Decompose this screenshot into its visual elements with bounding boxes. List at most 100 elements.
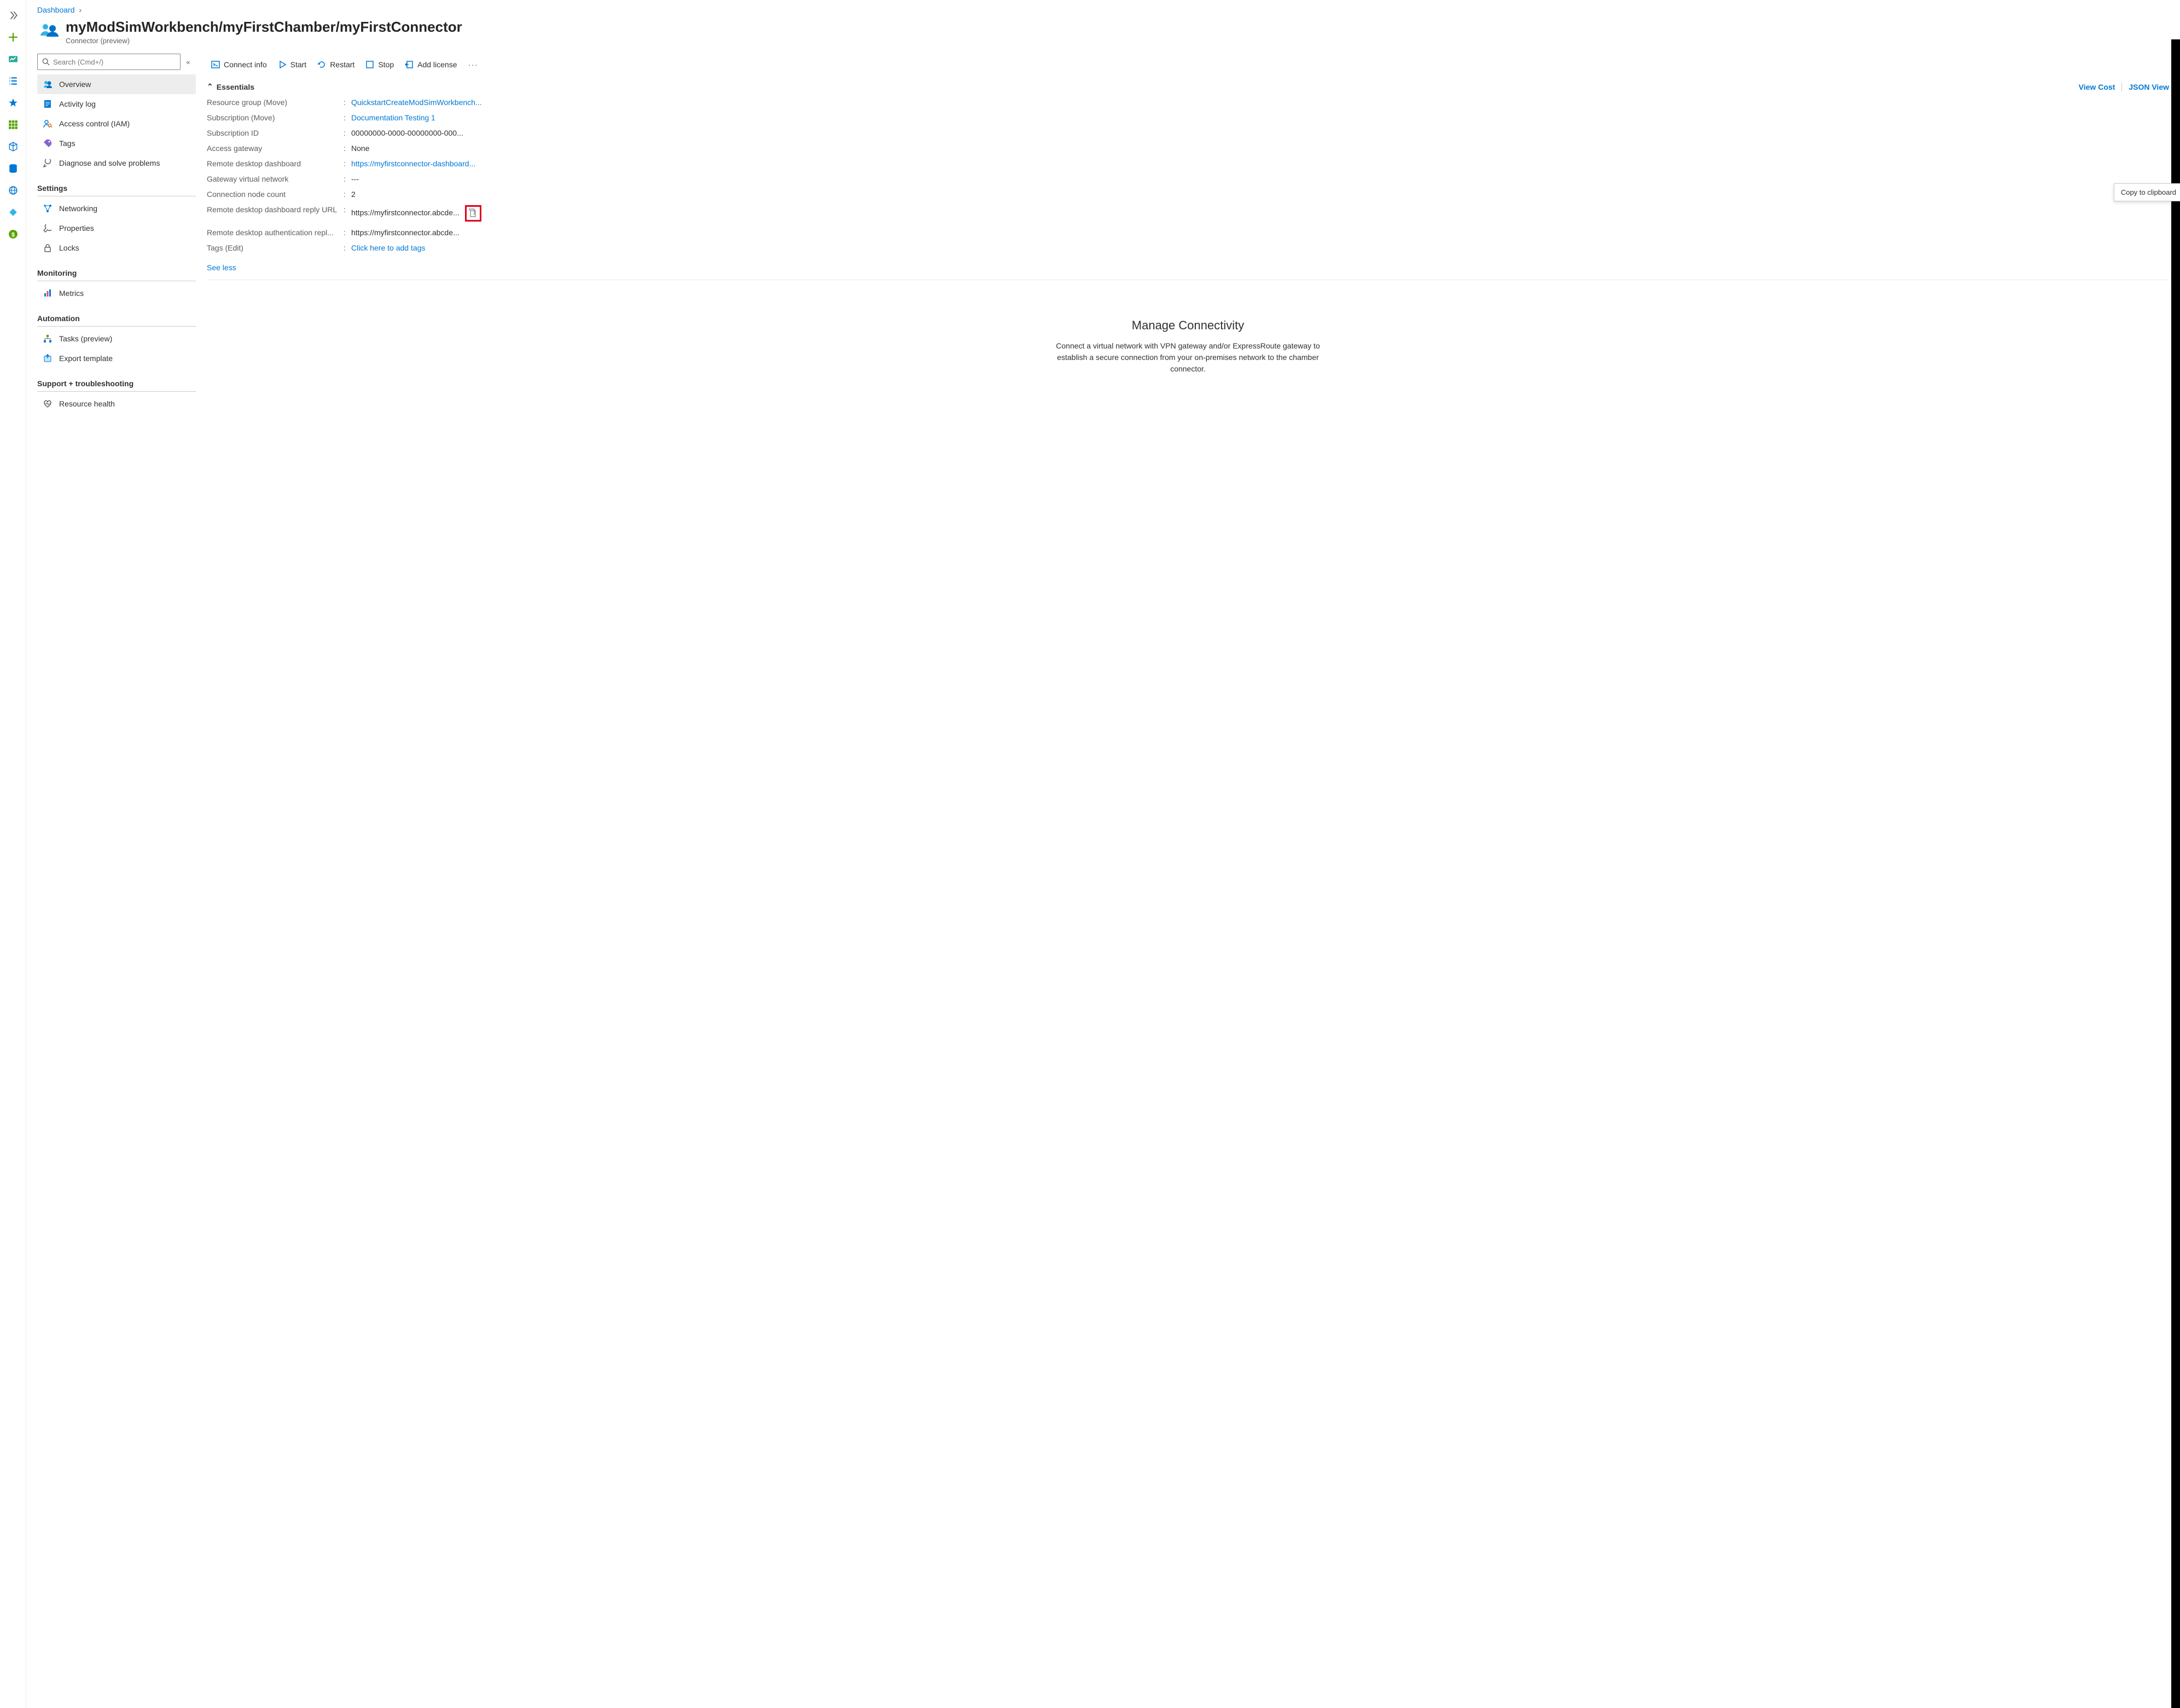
connectivity-title: Manage Connectivity: [207, 318, 2169, 333]
icon-rail: $: [0, 0, 26, 1708]
restart-button[interactable]: Restart: [313, 56, 359, 73]
nav-label: Export template: [59, 354, 113, 363]
kv-val-subscription-id: 00000000-0000-00000000-000...: [351, 129, 2169, 137]
move-sub-link[interactable]: Move: [254, 113, 272, 122]
nav-metrics[interactable]: Metrics: [37, 283, 196, 303]
essentials-grid: Resource group (Move) : QuickstartCreate…: [207, 96, 2169, 259]
chevron-up-icon: ⌃: [207, 82, 213, 91]
nav-label: Diagnose and solve problems: [59, 159, 160, 167]
search-icon: [42, 58, 50, 66]
rail-grid-icon[interactable]: [4, 116, 22, 133]
kv-key-rda-reply: Remote desktop authentication repl...: [207, 228, 344, 237]
rail-star-icon[interactable]: [4, 94, 22, 112]
access-control-icon: [43, 119, 53, 129]
page-subtitle: Connector (preview): [66, 37, 462, 45]
resource-menu: « Overview Activity log Access control (…: [26, 54, 196, 1708]
nav-locks[interactable]: Locks: [37, 238, 196, 258]
edit-tags-link[interactable]: Edit: [228, 243, 241, 252]
locks-icon: [43, 243, 53, 253]
menu-search-input[interactable]: [53, 58, 176, 66]
copy-icon[interactable]: [465, 205, 481, 222]
nav-resource-health[interactable]: Resource health: [37, 394, 196, 414]
rail-sql-icon[interactable]: [4, 160, 22, 177]
nav-section-support: Support + troubleshooting: [37, 373, 196, 392]
rail-diamond-icon[interactable]: [4, 204, 22, 221]
nav-label: Locks: [59, 243, 79, 252]
nav-export-template[interactable]: Export template: [37, 348, 196, 368]
more-commands-icon[interactable]: ···: [464, 61, 483, 69]
rail-add-icon[interactable]: [4, 28, 22, 46]
tasks-icon: [43, 334, 53, 344]
properties-icon: [43, 223, 53, 233]
divider: [2121, 83, 2122, 91]
kv-val-rd-dashboard[interactable]: https://myfirstconnector-dashboard...: [351, 159, 2169, 168]
see-less-link[interactable]: See less: [207, 259, 2169, 280]
view-cost-link[interactable]: View Cost: [2079, 83, 2115, 91]
breadcrumb-root[interactable]: Dashboard: [37, 5, 75, 14]
nav-label: Access control (IAM): [59, 119, 130, 128]
connect-info-button[interactable]: Connect info: [207, 56, 271, 73]
nav-diagnose[interactable]: Diagnose and solve problems: [37, 153, 196, 173]
kv-key-rdd-reply-url: Remote desktop dashboard reply URL: [207, 205, 344, 222]
connectivity-section: Manage Connectivity Connect a virtual ne…: [207, 318, 2169, 375]
right-blackbar: [2171, 39, 2180, 1708]
kv-val-conn-node-count: 2: [351, 190, 2169, 199]
svg-text:$: $: [11, 232, 15, 239]
nav-networking[interactable]: Networking: [37, 199, 196, 218]
detail-pane: Connect info Start Restart Stop Add lice…: [196, 54, 2180, 1708]
nav-label: Properties: [59, 224, 94, 233]
nav-tags[interactable]: Tags: [37, 133, 196, 153]
tags-icon: [43, 138, 53, 148]
nav-section-automation: Automation: [37, 307, 196, 327]
move-rg-link[interactable]: Move: [266, 98, 284, 107]
nav-label: Metrics: [59, 289, 84, 298]
rail-cost-icon[interactable]: $: [4, 225, 22, 243]
page-title: myModSimWorkbench/myFirstChamber/myFirst…: [66, 19, 462, 36]
kv-val-gateway-vnet: ---: [351, 175, 2169, 183]
rail-chart-icon[interactable]: [4, 50, 22, 68]
menu-search[interactable]: [37, 54, 181, 70]
kv-key-resource-group: Resource group (Move): [207, 98, 344, 107]
rail-expand-icon[interactable]: [4, 7, 22, 24]
metrics-icon: [43, 288, 53, 298]
activity-log-icon: [43, 99, 53, 109]
rail-globe-icon[interactable]: [4, 182, 22, 199]
resource-icon: [37, 19, 60, 42]
nav-access-control[interactable]: Access control (IAM): [37, 114, 196, 133]
nav-tasks[interactable]: Tasks (preview): [37, 329, 196, 348]
kv-key-conn-node-count: Connection node count: [207, 190, 344, 199]
nav-properties[interactable]: Properties: [37, 218, 196, 238]
kv-val-tags[interactable]: Click here to add tags: [351, 243, 2169, 252]
kv-val-access-gateway: None: [351, 144, 2169, 153]
breadcrumb: Dashboard ›: [26, 0, 2180, 14]
page-header: myModSimWorkbench/myFirstChamber/myFirst…: [26, 14, 2180, 54]
main-area: Dashboard › myModSimWorkbench/myFirstCha…: [26, 0, 2180, 1708]
nav-label: Activity log: [59, 100, 96, 108]
resource-health-icon: [43, 399, 53, 409]
diagnose-icon: [43, 158, 53, 168]
collapse-menu-icon[interactable]: «: [181, 54, 196, 70]
kv-val-resource-group[interactable]: QuickstartCreateModSimWorkbench...: [351, 98, 2169, 107]
json-view-link[interactable]: JSON View: [2129, 83, 2169, 91]
overview-icon: [43, 79, 53, 89]
nav-label: Networking: [59, 204, 97, 213]
rail-list-icon[interactable]: [4, 72, 22, 90]
add-license-button[interactable]: Add license: [400, 56, 461, 73]
command-bar: Connect info Start Restart Stop Add lice…: [207, 54, 2169, 75]
stop-button[interactable]: Stop: [361, 56, 398, 73]
rail-cube-icon[interactable]: [4, 138, 22, 155]
kv-val-subscription[interactable]: Documentation Testing 1: [351, 113, 2169, 122]
nav-label: Tasks (preview): [59, 334, 112, 343]
kv-key-tags: Tags (Edit): [207, 243, 344, 252]
kv-val-rdd-reply-url: https://myfirstconnector.abcde... Copy t…: [351, 205, 2169, 222]
copy-tooltip: Copy to clipboard: [2114, 183, 2180, 201]
kv-key-subscription: Subscription (Move): [207, 113, 344, 122]
kv-key-rd-dashboard: Remote desktop dashboard: [207, 159, 344, 168]
nav-label: Resource health: [59, 399, 115, 408]
essentials-toggle[interactable]: ⌃ Essentials: [207, 82, 254, 91]
start-button[interactable]: Start: [274, 56, 311, 73]
nav-activity-log[interactable]: Activity log: [37, 94, 196, 114]
nav-label: Overview: [59, 80, 91, 89]
kv-key-gateway-vnet: Gateway virtual network: [207, 175, 344, 183]
nav-overview[interactable]: Overview: [37, 74, 196, 94]
